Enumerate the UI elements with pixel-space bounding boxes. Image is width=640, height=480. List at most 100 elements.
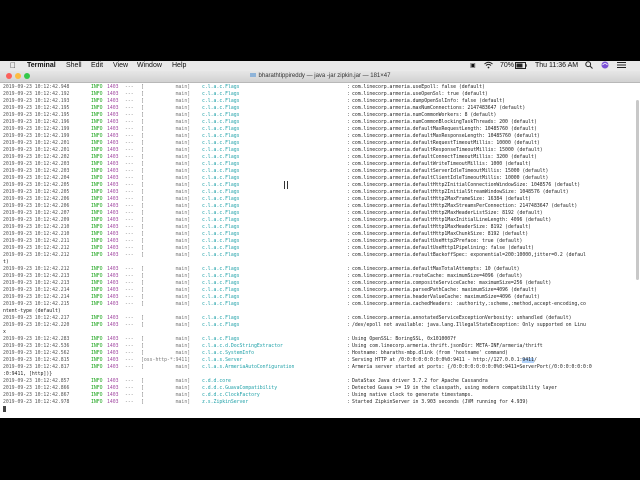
log-ts: 2019-09-23 10:12:42.978 <box>3 400 70 405</box>
log-thr: [ main] <box>141 141 191 146</box>
log-tid: 1403 <box>107 288 119 293</box>
log-sep: --- <box>125 351 134 356</box>
log-message: com.linecorp.armeria.defaultMaxResponseL… <box>352 134 540 139</box>
log-thr: [ main] <box>141 218 191 223</box>
log-colon: : <box>347 267 350 272</box>
scrollbar[interactable] <box>636 100 639 280</box>
log-tid: 1403 <box>107 365 119 370</box>
log-thr: [ main] <box>141 302 191 307</box>
log-message: Armeria server started at ports: {/0:0:0… <box>352 365 592 370</box>
log-sep: --- <box>125 92 134 97</box>
log-colon: : <box>347 204 350 209</box>
log-thr: [ main] <box>141 239 191 244</box>
log-ts: 2019-09-23 10:12:42.203 <box>3 162 70 167</box>
search-icon[interactable] <box>585 61 593 71</box>
log-colon: : <box>347 141 350 146</box>
log-lv: INFO <box>91 351 103 356</box>
log-line: 2019-09-23 10:12:42.212 INFO 1403 --- [ main… <box>0 245 640 252</box>
menu-shell[interactable]: Shell <box>66 61 82 71</box>
log-lg: c.l.a.c.Flags <box>202 337 240 342</box>
log-thr: [ main] <box>141 337 191 342</box>
log-line: 2019-09-23 10:12:42.201 INFO 1403 --- [ main… <box>0 147 640 154</box>
log-lg: c.l.a.c.Flags <box>202 246 240 251</box>
log-sep: --- <box>125 232 134 237</box>
log-thr: [ main] <box>141 351 191 356</box>
log-message: Serving HTTP at /0:0:0:0:0:0:0:0%0:9411 … <box>352 358 537 363</box>
log-thr: [ main] <box>141 393 191 398</box>
log-colon: : <box>347 379 350 384</box>
log-thr: [ main] <box>141 267 191 272</box>
menu-window[interactable]: Window <box>137 61 162 71</box>
log-lv: INFO <box>91 218 103 223</box>
log-thr: [oss-http-*:9411] <box>141 358 191 363</box>
log-lg: c.l.a.c.Flags <box>202 92 240 97</box>
log-continuation-text: ntent-type (default) <box>3 309 61 314</box>
window-title-bar[interactable]: bharathtippireddy — java -jar zipkin.jar… <box>0 71 640 83</box>
log-lg: c.l.a.c.Flags <box>202 141 240 146</box>
wifi-icon[interactable] <box>484 61 493 71</box>
terminal-output[interactable]: 2019-09-23 10:12:42.948 INFO 1403 --- [ main… <box>0 83 640 418</box>
menu-help[interactable]: Help <box>172 61 186 71</box>
log-sep: --- <box>125 400 134 405</box>
log-message: Using com.linecorp.armeria.thrift.jsonDi… <box>352 344 543 349</box>
log-lg: c.l.a.c.Flags <box>202 134 240 139</box>
log-lg: c.l.a.c.Flags <box>202 148 240 153</box>
close-button[interactable] <box>6 73 12 79</box>
log-lg: c.l.a.c.Flags <box>202 113 240 118</box>
log-tid: 1403 <box>107 211 119 216</box>
log-thr: [ main] <box>141 253 191 258</box>
log-ts: 2019-09-23 10:12:42.202 <box>3 155 70 160</box>
log-thr: [ main] <box>141 344 191 349</box>
log-lg: c.l.a.c.SystemInfo <box>202 351 254 356</box>
log-message: com.linecorp.armeria.compositeServiceCac… <box>352 281 552 286</box>
log-sep: --- <box>125 253 134 258</box>
log-colon: : <box>347 337 350 342</box>
notification-center-icon[interactable] <box>617 61 626 71</box>
menu-terminal[interactable]: Terminal <box>27 61 56 71</box>
log-message: com.linecorp.armeria.defaultHttp2MaxHead… <box>352 211 543 216</box>
log-lg: c.l.a.s.ArmeriaAutoConfiguration <box>202 365 295 370</box>
log-sep: --- <box>125 365 134 370</box>
log-colon: : <box>347 148 350 153</box>
log-lv: INFO <box>91 393 103 398</box>
menu-view[interactable]: View <box>113 61 128 71</box>
log-message: com.linecorp.armeria.defaultMaxTotalAtte… <box>352 267 520 272</box>
apple-icon[interactable]:  <box>10 61 16 71</box>
log-message: com.linecorp.armeria.defaultMaxRequestLe… <box>352 127 537 132</box>
clock[interactable]: Thu 11:36 AM <box>535 61 578 71</box>
log-lv: INFO <box>91 162 103 167</box>
log-tid: 1403 <box>107 99 119 104</box>
menu-edit[interactable]: Edit <box>91 61 103 71</box>
log-message: Using OpenSSL: BoringSSL, 0x1010007f <box>352 337 456 342</box>
log-tid: 1403 <box>107 113 119 118</box>
log-tid: 1403 <box>107 239 119 244</box>
battery-icon[interactable] <box>515 61 527 71</box>
log-message: com.linecorp.armeria.annotatedServiceExc… <box>352 316 572 321</box>
log-lv: INFO <box>91 386 103 391</box>
log-tid: 1403 <box>107 393 119 398</box>
log-line: 2019-09-23 10:12:42.205 INFO 1403 --- [ main… <box>0 182 640 189</box>
log-lv: INFO <box>91 211 103 216</box>
log-tid: 1403 <box>107 344 119 349</box>
log-thr: [ main] <box>141 204 191 209</box>
log-tid: 1403 <box>107 106 119 111</box>
selected-text[interactable]: 9411 <box>522 358 534 363</box>
log-tid: 1403 <box>107 232 119 237</box>
log-ts: 2019-09-23 10:12:42.203 <box>3 169 70 174</box>
zoom-button[interactable] <box>24 73 30 79</box>
siri-icon[interactable] <box>601 61 609 71</box>
log-lv: INFO <box>91 295 103 300</box>
log-ts: 2019-09-23 10:12:42.283 <box>3 337 70 342</box>
log-thr: [ main] <box>141 365 191 370</box>
log-sep: --- <box>125 379 134 384</box>
log-thr: [ main] <box>141 211 191 216</box>
log-tid: 1403 <box>107 246 119 251</box>
log-lg: c.l.a.c.Flags <box>202 218 240 223</box>
log-tid: 1403 <box>107 316 119 321</box>
log-line: 2019-09-23 10:12:42.283 INFO 1403 --- [ main… <box>0 336 640 343</box>
log-lv: INFO <box>91 141 103 146</box>
log-tid: 1403 <box>107 274 119 279</box>
status-cast-icon[interactable]: ▣ <box>470 61 476 71</box>
minimize-button[interactable] <box>15 73 21 79</box>
log-message: DataStax Java driver 3.7.2 for Apache Ca… <box>352 379 488 384</box>
